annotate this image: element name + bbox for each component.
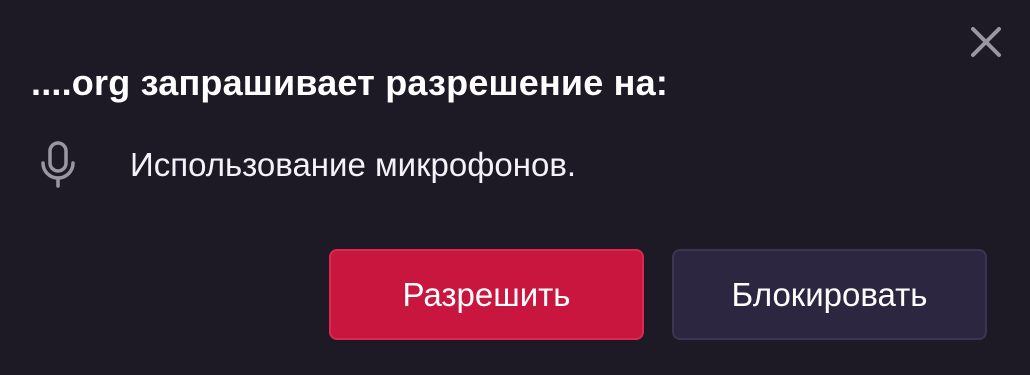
dialog-title: ....org запрашивает разрешение на:	[31, 62, 669, 103]
close-icon	[971, 27, 1001, 57]
microphone-icon	[38, 140, 84, 190]
permission-text: Использование микрофонов.	[130, 146, 577, 183]
block-button[interactable]: Блокировать	[672, 249, 987, 340]
permission-dialog: ....org запрашивает разрешение на: Испол…	[0, 0, 1030, 375]
allow-button[interactable]: Разрешить	[329, 249, 644, 340]
close-button[interactable]	[966, 22, 1006, 62]
permission-item: Использование микрофонов.	[38, 140, 576, 190]
